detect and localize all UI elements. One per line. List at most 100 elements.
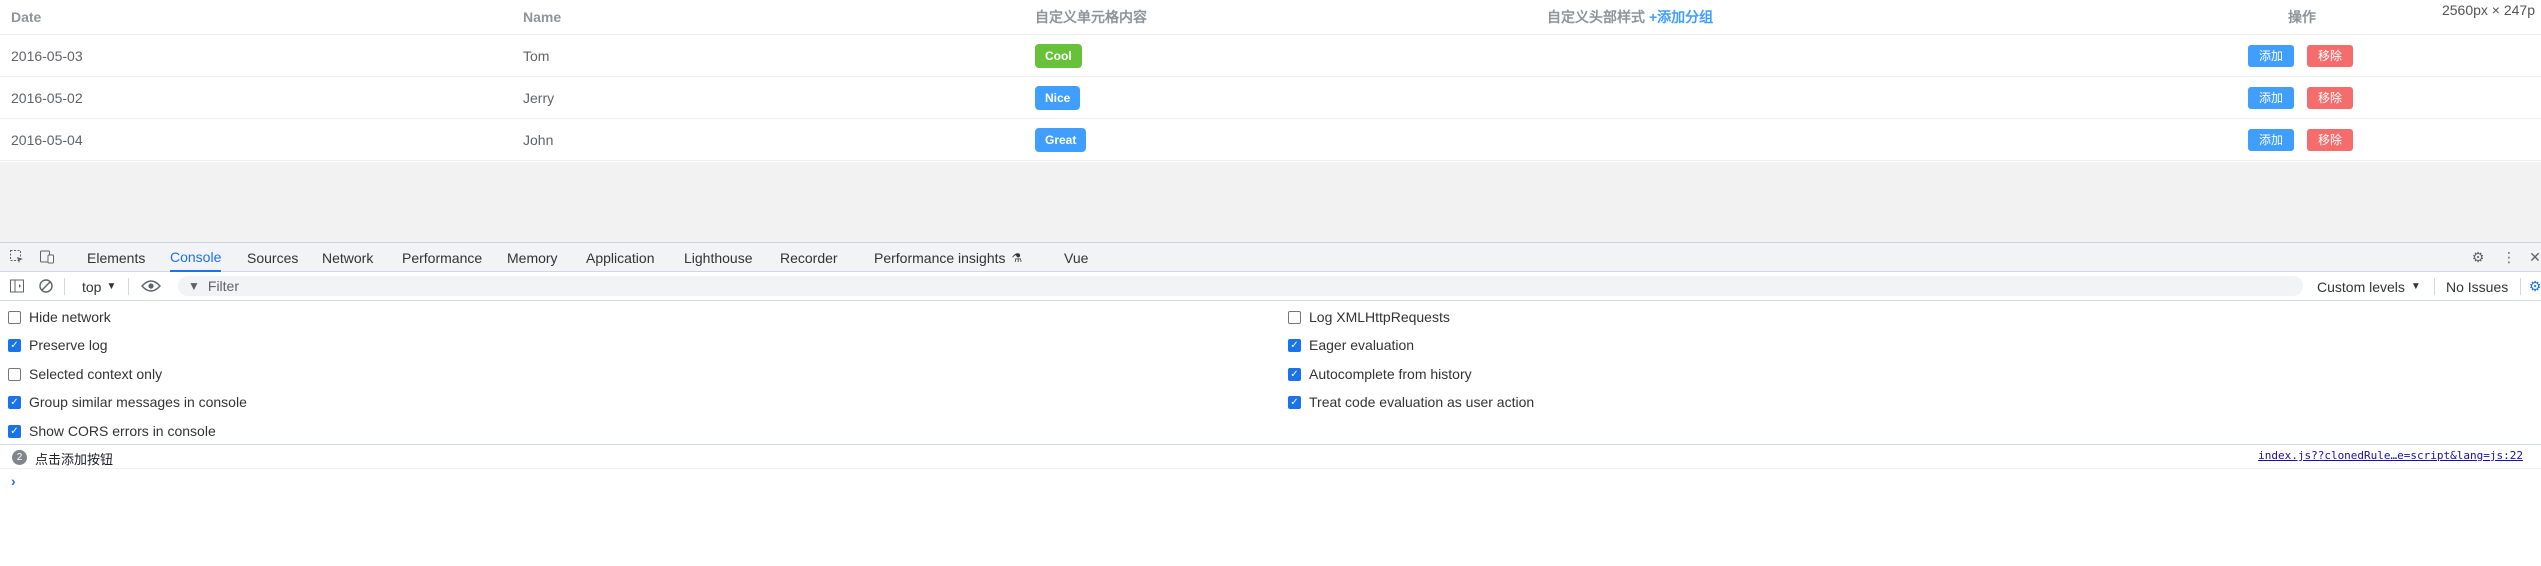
clear-console-icon[interactable] [37, 277, 55, 295]
setting-label: Selected context only [29, 366, 163, 382]
add-button[interactable]: 添加 [2248, 128, 2294, 151]
context-selector-value: top [82, 278, 102, 295]
issues-counter[interactable]: No Issues [2446, 272, 2508, 301]
setting-label: Hide network [29, 309, 111, 325]
status-tag: Nice [1035, 85, 1081, 110]
status-tag: Cool [1035, 43, 1082, 68]
setting-show-cors-errors[interactable]: ✓ Show CORS errors in console [8, 421, 216, 441]
devtools-panel: Elements Console Sources Network Perform… [0, 242, 2541, 566]
repeat-count-badge: 2 [12, 450, 27, 465]
table-row: 2016-05-02 Jerry Nice 添加 移除 [0, 77, 2541, 119]
tab-console[interactable]: Console [170, 243, 222, 272]
status-tag: Great [1035, 127, 1087, 152]
checkbox[interactable] [8, 310, 21, 324]
tab-elements[interactable]: Elements [87, 243, 145, 272]
filter-placeholder: Filter [207, 278, 240, 294]
setting-hide-network[interactable]: Hide network [8, 307, 111, 327]
table-row: 2016-05-04 John Great 添加 移除 [0, 119, 2541, 161]
toolbar-divider [128, 278, 129, 295]
experiment-flask-icon: ⚗ [1011, 250, 1023, 265]
setting-treat-eval-user-action[interactable]: ✓ Treat code evaluation as user action [1288, 392, 1534, 412]
tab-sources[interactable]: Sources [247, 243, 298, 272]
close-icon[interactable]: ✕ [2526, 248, 2541, 266]
header-date: Date [11, 9, 42, 25]
cell-date: 2016-05-03 [11, 47, 83, 64]
viewport-size-readout: 2560px × 247p [2435, 0, 2541, 20]
checkbox[interactable] [8, 367, 21, 381]
caret-down-icon: ▼ [2410, 281, 2421, 292]
tab-lighthouse[interactable]: Lighthouse [684, 243, 753, 272]
cell-custom: Cool [1035, 35, 1082, 76]
checkbox[interactable]: ✓ [1288, 395, 1301, 409]
checkbox[interactable]: ✓ [8, 338, 21, 352]
data-table: Date Name 自定义单元格内容 自定义头部样式 +添加分组 操作 2016… [0, 0, 2541, 162]
console-message: 2 点击添加按钮 index.js??clonedRule…e=script&l… [0, 445, 2541, 469]
tab-application[interactable]: Application [586, 243, 655, 272]
remove-button[interactable]: 移除 [2307, 44, 2353, 67]
remove-button[interactable]: 移除 [2307, 128, 2353, 151]
header-custom-style: 自定义头部样式 +添加分组 [1547, 0, 1713, 34]
checkbox[interactable]: ✓ [8, 395, 21, 409]
tab-memory[interactable]: Memory [507, 243, 558, 272]
screen: Date Name 自定义单元格内容 自定义头部样式 +添加分组 操作 2016… [0, 0, 2541, 566]
header-custom-cell: 自定义单元格内容 [1035, 9, 1147, 25]
checkbox[interactable]: ✓ [1288, 338, 1301, 352]
setting-label: Autocomplete from history [1309, 366, 1472, 382]
setting-preserve-log[interactable]: ✓ Preserve log [8, 335, 108, 355]
cell-name: Tom [523, 47, 550, 64]
add-button[interactable]: 添加 [2248, 44, 2294, 67]
setting-log-xhr[interactable]: Log XMLHttpRequests [1288, 307, 1450, 327]
toolbar-divider [2520, 278, 2521, 295]
setting-label: Show CORS errors in console [29, 423, 216, 439]
filter-input[interactable]: ▼ Filter [178, 276, 2303, 296]
console-settings-gear-icon[interactable]: ⚙ [2526, 277, 2541, 295]
cell-custom: Nice [1035, 77, 1081, 118]
setting-label: Group similar messages in console [29, 394, 247, 410]
setting-label: Eager evaluation [1309, 337, 1415, 353]
tab-network[interactable]: Network [322, 243, 373, 272]
funnel-icon: ▼ [188, 279, 200, 293]
setting-autocomplete-history[interactable]: ✓ Autocomplete from history [1288, 364, 1472, 384]
console-settings-pane: Hide network ✓ Preserve log Selected con… [0, 301, 2541, 445]
device-toolbar-icon[interactable] [38, 248, 56, 266]
sidebar-toggle-icon[interactable] [8, 277, 26, 295]
checkbox[interactable]: ✓ [8, 424, 21, 438]
cell-date: 2016-05-02 [11, 89, 83, 106]
gear-icon[interactable]: ⚙ [2469, 248, 2487, 266]
context-selector[interactable]: top ▼ [82, 272, 116, 301]
add-group-link[interactable]: +添加分组 [1649, 7, 1713, 27]
setting-label: Log XMLHttpRequests [1309, 309, 1450, 325]
add-button[interactable]: 添加 [2248, 86, 2294, 109]
console-message-source-link[interactable]: index.js??clonedRule…e=script&lang=js:22 [2258, 449, 2523, 462]
more-options-icon[interactable]: ⋮ [2500, 248, 2518, 266]
cell-name: John [523, 131, 554, 148]
toolbar-divider [2434, 278, 2435, 295]
setting-label: Treat code evaluation as user action [1309, 394, 1535, 410]
setting-selected-context-only[interactable]: Selected context only [8, 364, 162, 384]
log-levels-value: Custom levels [2317, 278, 2405, 295]
console-message-text: 点击添加按钮 [35, 452, 114, 467]
console-prompt-icon[interactable]: › [11, 473, 16, 489]
setting-label: Preserve log [29, 337, 108, 353]
tab-performance-insights[interactable]: Performance insights ⚗ [874, 243, 1022, 272]
header-ops: 操作 [2288, 9, 2316, 25]
cell-ops: 添加 移除 [2248, 77, 2366, 118]
cell-name: Jerry [523, 89, 555, 106]
eye-icon[interactable] [140, 277, 162, 295]
tab-vue[interactable]: Vue [1064, 243, 1088, 272]
setting-eager-evaluation[interactable]: ✓ Eager evaluation [1288, 335, 1414, 355]
checkbox[interactable] [1288, 310, 1301, 324]
setting-group-similar[interactable]: ✓ Group similar messages in console [8, 392, 247, 412]
inspect-element-icon[interactable] [8, 248, 26, 266]
toolbar-divider [64, 278, 65, 295]
console-toolbar: top ▼ ▼ Filter Custom levels ▼ No Issues… [0, 272, 2541, 301]
checkbox[interactable]: ✓ [1288, 367, 1301, 381]
tab-performance-insights-label: Performance insights [874, 249, 1006, 266]
tab-performance[interactable]: Performance [402, 243, 482, 272]
table-row: 2016-05-03 Tom Cool 添加 移除 [0, 35, 2541, 77]
cell-custom: Great [1035, 119, 1087, 160]
header-custom-style-label: 自定义头部样式 [1547, 9, 1645, 25]
tab-recorder[interactable]: Recorder [780, 243, 838, 272]
log-levels-dropdown[interactable]: Custom levels ▼ [2317, 272, 2421, 301]
remove-button[interactable]: 移除 [2307, 86, 2353, 109]
